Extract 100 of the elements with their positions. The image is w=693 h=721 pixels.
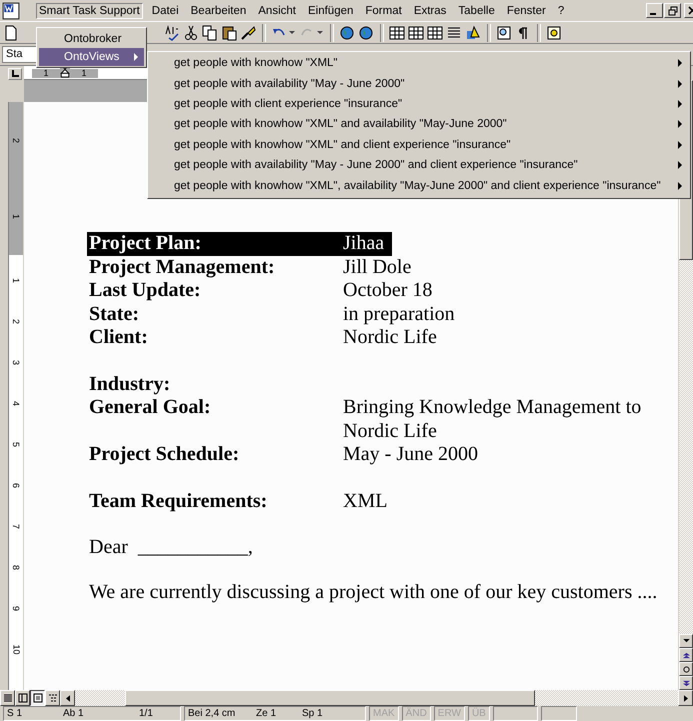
status-text: Sp 1: [302, 708, 323, 719]
submenu-arrow-icon: [678, 182, 682, 190]
menu-item[interactable]: Fenster: [504, 2, 549, 18]
brush-icon[interactable]: [240, 24, 256, 40]
menu-item[interactable]: get people with availability "May - June 2000" and client experience "insurance": [150, 154, 688, 176]
caret-icon[interactable]: [316, 30, 322, 34]
table-icon[interactable]: [427, 24, 443, 40]
globe-icon[interactable]: [339, 24, 355, 40]
submenu-arrow-icon: [678, 59, 682, 68]
menu-item[interactable]: get people with knowhow "XML", availability "May-June 2000" and client experience "insurance": [150, 175, 688, 196]
menu-item[interactable]: get people with availability "May - June 2000": [150, 73, 688, 94]
cut-icon[interactable]: [183, 24, 199, 40]
submenu-arrow-icon: [678, 100, 682, 108]
minimize-icon: [650, 12, 656, 14]
menu-item[interactable]: Tabelle: [455, 2, 498, 18]
status-panel: [492, 706, 538, 721]
ruler-number: 1: [10, 214, 22, 220]
submenu-arrow-icon: [678, 140, 682, 149]
menu-item[interactable]: Bearbeiten: [188, 2, 250, 18]
status-text: Ab 1: [63, 708, 85, 719]
minimize-button[interactable]: [646, 3, 663, 18]
menu-item[interactable]: Einfügen: [304, 2, 356, 18]
field-value: Jihaa: [343, 232, 392, 256]
field-label: Industry:: [88, 372, 172, 396]
table-icon[interactable]: [408, 24, 424, 40]
field-value: in preparation: [343, 302, 455, 324]
salutation: Dear: [89, 536, 128, 559]
field-label: Project Management:: [88, 256, 276, 279]
columns-icon[interactable]: [446, 24, 462, 40]
ruler-number: 4: [10, 401, 22, 406]
drawing-icon[interactable]: [465, 24, 481, 40]
menu-item[interactable]: get people with knowhow "XML": [150, 53, 688, 74]
menu-item[interactable]: get people with knowhow "XML" and client experience "insurance": [150, 134, 688, 155]
menu-item[interactable]: Extras: [410, 2, 450, 18]
spelling-icon[interactable]: [164, 24, 180, 40]
caret-icon[interactable]: [288, 30, 294, 34]
status-panel: [540, 706, 577, 721]
body-text: We are currently discussing a project with one of our key customers ....: [89, 581, 658, 604]
down-arrow-icon: [682, 639, 690, 643]
globe-icon[interactable]: [358, 24, 374, 40]
menu-item[interactable]: Format: [362, 2, 405, 18]
menu-item[interactable]: Smart Task Support: [36, 2, 143, 18]
submenu-arrow-icon: [678, 80, 682, 88]
new-document-icon[interactable]: [3, 24, 19, 40]
status-text: Bei 2,4 cm: [187, 708, 236, 719]
field-value: Nordic Life: [343, 326, 437, 348]
ruler-number: 3: [10, 360, 22, 365]
scroll-right-button[interactable]: [678, 690, 693, 706]
scroll-down-button[interactable]: [679, 634, 693, 648]
field-label: Client:: [88, 326, 149, 350]
browse-object-button[interactable]: [679, 662, 693, 676]
lines-icon: [2, 693, 12, 703]
menu-item[interactable]: Datei: [148, 2, 182, 18]
scrollbar-thumb[interactable]: [125, 690, 535, 706]
double-up-arrow-icon: [682, 652, 690, 658]
restore-button[interactable]: [664, 3, 681, 18]
left-arrow-icon: [66, 694, 70, 702]
menu-item[interactable]: Ansicht: [255, 2, 299, 18]
status-text: Ze 1: [256, 708, 278, 719]
web-view-button[interactable]: [15, 690, 30, 706]
status-text: S 1: [6, 708, 24, 719]
menu-item[interactable]: OntoViews: [39, 48, 144, 66]
table-icon[interactable]: [389, 24, 405, 40]
ruler-number: 2: [10, 138, 22, 143]
ruler-number: 9: [10, 606, 22, 611]
field-value: Bringing Knowledge Management to Nordic Life: [343, 396, 642, 442]
web-layout-icon: [18, 693, 28, 703]
scroll-left-button[interactable]: [60, 690, 75, 706]
double-down-arrow-icon: [682, 680, 690, 686]
field-label: General Goal:: [88, 396, 212, 420]
restore-icon: [668, 6, 678, 16]
page-view-button[interactable]: [30, 690, 45, 706]
field-label: Project Schedule:: [88, 443, 240, 466]
ruler-number: 6: [10, 483, 22, 488]
tab-stop-icon: [11, 70, 19, 78]
ruler-number: 8: [10, 565, 22, 570]
menu-item[interactable]: get people with knowhow "XML" and availability "May-June 2000": [150, 114, 688, 135]
field-value: XML: [343, 490, 388, 512]
field-value: Jill Dole: [343, 256, 412, 278]
app-icon[interactable]: [2, 2, 20, 20]
status-text: 1/1: [139, 708, 153, 719]
outline-view-button[interactable]: [45, 690, 60, 706]
ruler-number: 1: [32, 69, 60, 78]
copy-icon[interactable]: [202, 24, 218, 40]
help-icon[interactable]: [546, 24, 562, 40]
paste-icon[interactable]: [221, 24, 237, 40]
zoom-icon[interactable]: [496, 24, 512, 40]
normal-view-button[interactable]: [0, 690, 15, 706]
submenu-arrow-icon: [678, 120, 682, 128]
menu-item[interactable]: Ontobroker: [39, 30, 144, 48]
field-value: October 18: [343, 279, 432, 301]
previous-page-button[interactable]: [679, 648, 693, 662]
menu-item[interactable]: get people with client experience "insurance": [150, 94, 688, 114]
circle-icon: [682, 666, 690, 672]
right-arrow-icon: [684, 694, 688, 702]
tab-stop-button[interactable]: [8, 68, 22, 80]
next-page-button[interactable]: [679, 676, 693, 690]
page-layout-icon: [32, 693, 42, 703]
menu-item[interactable]: ?: [554, 2, 568, 18]
field-label: State:: [88, 302, 140, 326]
